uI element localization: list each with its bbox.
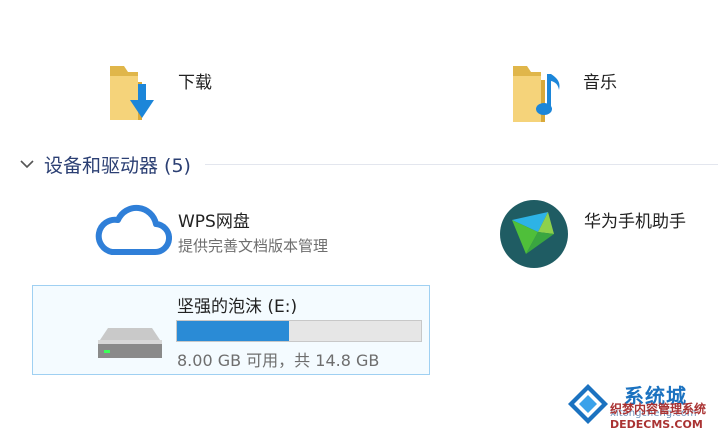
- watermark-cms-domain: DEDECMS.COM: [610, 418, 703, 431]
- wps-cloud-tile[interactable]: WPS网盘 提供完善文档版本管理: [92, 198, 412, 268]
- downloads-folder-icon: [110, 66, 154, 120]
- music-folder-tile[interactable]: 音乐: [505, 58, 705, 130]
- wps-subtitle: 提供完善文档版本管理: [178, 237, 329, 255]
- huawei-hisuite-icon: [500, 200, 568, 268]
- drive-name: 坚强的泡沫 (E:): [177, 297, 298, 317]
- huawei-hisuite-tile[interactable]: 华为手机助手: [498, 198, 708, 270]
- section-divider: [204, 163, 718, 165]
- downloads-label: 下载: [178, 73, 212, 93]
- downloads-folder-tile[interactable]: 下载: [100, 58, 300, 130]
- section-title: 设备和驱动器 (5): [44, 154, 191, 177]
- drive-usage-bar: [176, 320, 422, 342]
- music-label: 音乐: [583, 73, 617, 93]
- chevron-down-icon: [20, 160, 34, 169]
- devices-drives-section-header[interactable]: 设备和驱动器 (5): [18, 148, 718, 180]
- wps-name: WPS网盘: [178, 212, 250, 232]
- huawei-name: 华为手机助手: [584, 212, 686, 232]
- removable-drive-icon: [98, 328, 162, 358]
- cloud-icon: [95, 204, 172, 256]
- watermark-logo-icon: [568, 384, 608, 424]
- music-folder-icon: [513, 66, 560, 122]
- drive-space-text: 8.00 GB 可用，共 14.8 GB: [177, 351, 380, 370]
- watermark-cms-title: 织梦内容管理系统: [610, 402, 707, 416]
- drive-usage-fill: [177, 321, 290, 341]
